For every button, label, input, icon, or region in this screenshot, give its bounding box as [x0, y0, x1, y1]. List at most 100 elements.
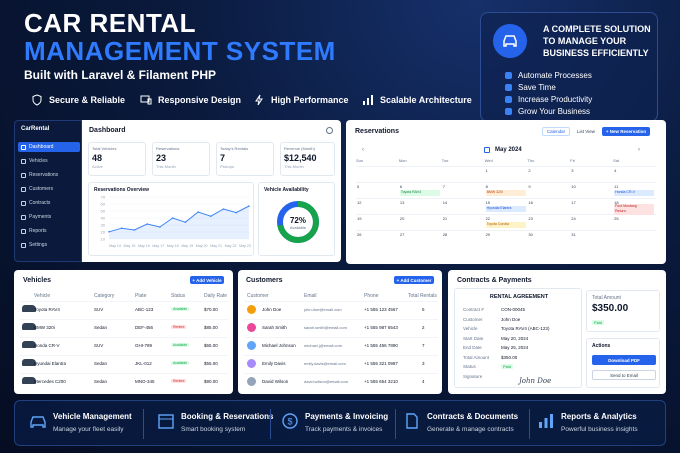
table-row[interactable]: Michael Johnson michael.j@email.com +1 555… [244, 337, 438, 352]
sidebar-item-contracts[interactable]: Contracts [18, 198, 80, 208]
calendar-day[interactable]: 23 [527, 215, 570, 230]
calendar-day[interactable] [613, 231, 656, 246]
reservation-event[interactable]: BMW 320i [485, 190, 526, 196]
calendar-day[interactable]: 19 [356, 215, 399, 230]
calendar-day[interactable]: 29 [485, 231, 528, 246]
calendar-day[interactable]: 5 [356, 183, 399, 198]
table-row[interactable]: Hyundai Elantra Sedan JKL-012 Available $55.… [20, 355, 228, 370]
calendar-day[interactable]: 10 [570, 183, 613, 198]
col-header: Plate [135, 293, 147, 299]
table-cell: 7 [422, 343, 425, 348]
calendar-header: Sun Mon Tue Wed Thu Fri Sat [356, 158, 656, 166]
sidebar-item-reports[interactable]: Reports [18, 226, 80, 236]
reservation-event[interactable]: Toyota RAV4 [399, 190, 440, 196]
dashboard-panel: Dashboard Total Vehicles 48 Active Reserva… [82, 120, 341, 262]
bar-chart-icon [363, 95, 373, 105]
calendar-day[interactable]: 3 [570, 167, 613, 182]
col-header: Total Rentals [408, 293, 437, 299]
calendar-day[interactable]: 25 [613, 215, 656, 230]
calendar-day[interactable]: 4 [613, 167, 656, 182]
table-row[interactable]: Emily Davis emily.davis@email.com +1 555 3… [244, 355, 438, 370]
calendar-day[interactable]: 11 Honda CR-V [613, 183, 656, 198]
calendar-day[interactable]: 8 BMW 320i [485, 183, 528, 198]
contract-field: Status Paid [463, 364, 514, 369]
next-month-icon[interactable]: › [638, 147, 640, 153]
calendar-day[interactable]: 28 [442, 231, 485, 246]
send-email-button[interactable]: Send to Email [592, 370, 656, 380]
table-cell: michael.j@email.com [304, 343, 343, 348]
sidebar-item-customers[interactable]: Customers [18, 184, 80, 194]
calendar-day[interactable]: 2 [527, 167, 570, 182]
add-vehicle-button[interactable]: + Add Vehicle [190, 276, 224, 284]
calendar-day[interactable] [442, 167, 485, 182]
field-value: Toyota RAV4 (ABC-123) [501, 326, 550, 331]
calendar-day[interactable]: 7 [442, 183, 485, 198]
sidebar-item-dashboard[interactable]: Dashboard [18, 142, 80, 152]
calendar-day[interactable]: 13 [399, 199, 442, 214]
calendar-day[interactable]: 14 [442, 199, 485, 214]
calendar-view-button[interactable]: Calendar [542, 127, 570, 136]
sidebar-item-settings[interactable]: Settings [18, 240, 80, 250]
sidebar-item-label: Payments [29, 214, 52, 220]
sidebar-item-label: Vehicles [29, 158, 48, 164]
calendar-day[interactable]: 30 [527, 231, 570, 246]
sidebar-item-reservations[interactable]: Reservations [18, 170, 80, 180]
list-view-button[interactable]: List View [573, 127, 599, 136]
calendar-day[interactable]: 6 Toyota RAV4 [399, 183, 442, 198]
avatar [247, 323, 256, 332]
calendar-day[interactable]: 17 [570, 199, 613, 214]
calendar-day[interactable]: 18 Ford Mustang Return [613, 199, 656, 215]
table-row[interactable]: Toyota RAV4 SUV ABC-123 Available $70.00 [20, 301, 228, 316]
table-row[interactable]: BMW 320i Sedan DEF-456 Rented $85.00 [20, 319, 228, 334]
new-reservation-button[interactable]: + New Reservation [602, 127, 650, 136]
reservation-event[interactable]: Toyota Corolla [485, 222, 526, 228]
table-cell: Toyota RAV4 [34, 307, 60, 312]
day-label: Sun [356, 158, 364, 163]
day-label: Wed [484, 158, 493, 163]
calendar-day[interactable]: 15 Hyundai Elantra [485, 199, 528, 214]
calendar-day[interactable]: 22 Toyota Corolla [485, 215, 528, 230]
calendar-day[interactable]: 21 [442, 215, 485, 230]
calendar-day[interactable] [399, 167, 442, 182]
table-row[interactable]: Honda CR-V SUV GHI-789 Available $65.00 [20, 337, 228, 352]
total-value: $350.00 [592, 303, 629, 314]
data-point [222, 208, 225, 210]
sidebar-item-payments[interactable]: Payments [18, 212, 80, 222]
calendar-day[interactable]: 12 [356, 199, 399, 214]
check-icon [505, 84, 512, 91]
user-icon[interactable] [326, 127, 333, 134]
add-customer-button[interactable]: + Add Customer [394, 276, 434, 284]
download-pdf-button[interactable]: Download PDF [592, 355, 656, 365]
table-cell: 5 [422, 307, 425, 312]
data-point [146, 223, 148, 225]
calendar-day[interactable]: 20 [399, 215, 442, 230]
calendar-day[interactable]: 27 [399, 231, 442, 246]
data-point [248, 205, 250, 207]
reservation-event[interactable]: Honda CR-V [614, 190, 655, 196]
calendar-day[interactable]: 31 [570, 231, 613, 246]
field-value: CON-00045 [501, 307, 526, 312]
table-cell: $65.00 [204, 343, 218, 348]
calendar-day[interactable]: 9 [527, 183, 570, 198]
sidebar-item-vehicles[interactable]: Vehicles [18, 156, 80, 166]
reservation-event[interactable]: Hyundai Elantra [485, 206, 526, 212]
calendar-day[interactable]: 16 [527, 199, 570, 214]
dollar-icon: $ [282, 413, 298, 429]
table-row[interactable]: John Doe john.doe@email.com +1 555 123 456… [244, 301, 438, 316]
table-row[interactable]: Mercedes C200 Sedan MNO-345 Rented $90.00 [20, 373, 228, 388]
calendar-day[interactable]: 26 [356, 231, 399, 246]
calendar-day[interactable] [356, 167, 399, 182]
x-tick-label: May 15 [124, 244, 136, 248]
stat-value: 7 [220, 153, 226, 163]
table-row[interactable]: Sarah Smith sarah.smith@email.com +1 555 9… [244, 319, 438, 334]
data-point [108, 231, 110, 233]
table-cell: $90.00 [204, 379, 218, 384]
table-cell: ABC-123 [135, 307, 154, 312]
table-row[interactable]: David Wilson david.wilson@email.com +1 555… [244, 373, 438, 388]
calendar-day[interactable]: 1 [485, 167, 528, 182]
data-point [171, 217, 174, 219]
stat-sub: Pickups [220, 164, 235, 169]
prev-month-icon[interactable]: ‹ [362, 147, 364, 153]
calendar-day[interactable]: 24 [570, 215, 613, 230]
table-cell: SUV [94, 307, 104, 312]
